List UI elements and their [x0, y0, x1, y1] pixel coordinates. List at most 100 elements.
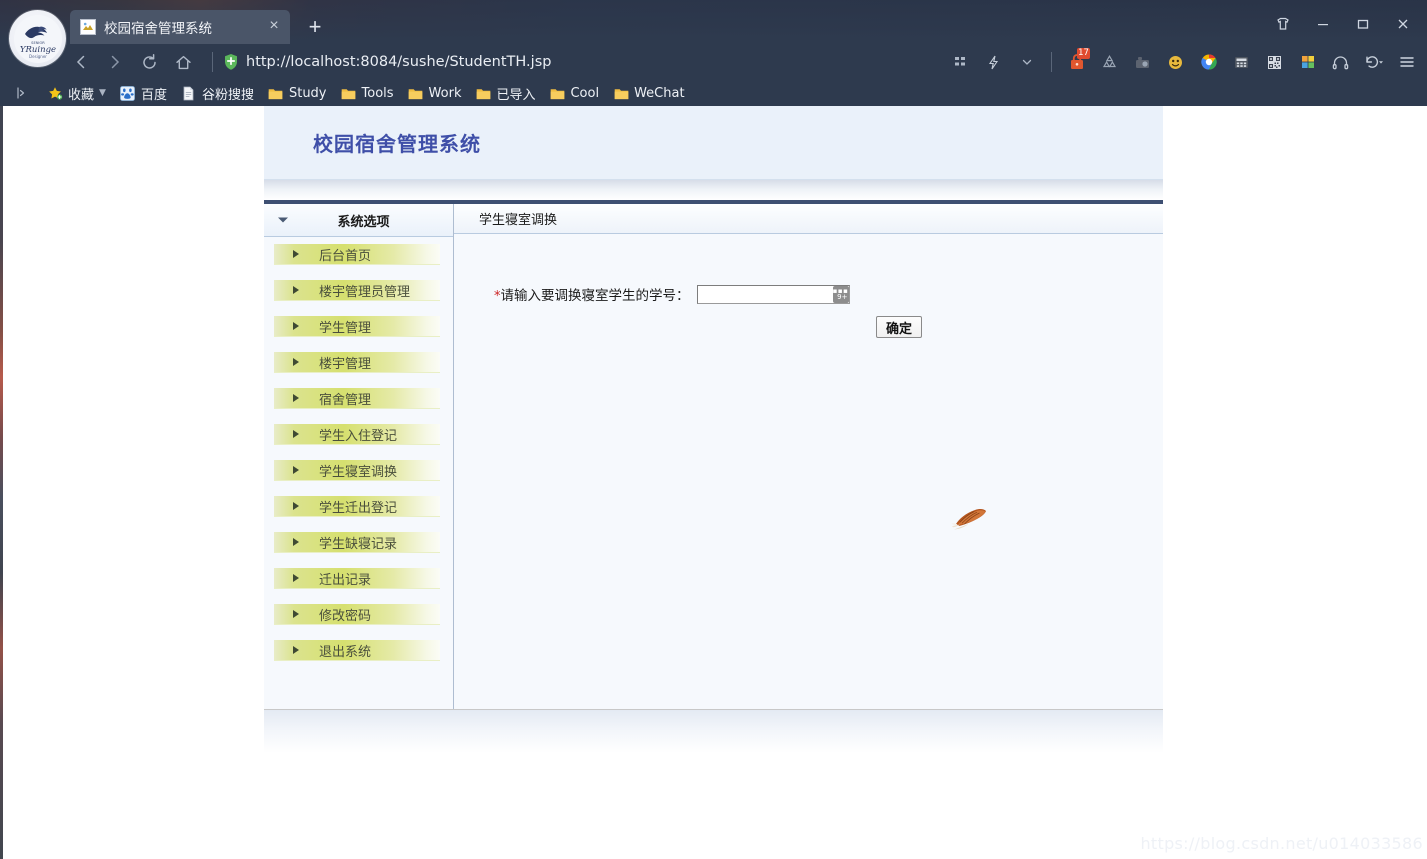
sidebar-item-checkin[interactable]: 学生入住登记 — [274, 424, 440, 445]
sidebar-item-absence-record[interactable]: 学生缺寝记录 — [274, 532, 440, 553]
browser-window: SENIOR YRuinge Designer 校园宿舍管理系统 × + htt… — [0, 0, 1427, 859]
bookmark-cool[interactable]: Cool — [542, 82, 606, 104]
menu-icon[interactable] — [1390, 47, 1423, 77]
recycle-icon[interactable] — [1093, 47, 1126, 77]
shield-icon — [223, 53, 239, 71]
calculator-icon[interactable] — [1225, 47, 1258, 77]
folder-icon — [408, 85, 424, 101]
chevron-down-icon[interactable] — [278, 217, 288, 223]
camera-icon[interactable] — [1126, 47, 1159, 77]
page-viewport: 校园宿舍管理系统 系统选项 后台首页 楼宇管理员管理 学生管理 楼宇管理 宿舍管… — [0, 106, 1427, 859]
window-controls — [1263, 10, 1423, 38]
bookmark-label: Study — [288, 85, 327, 101]
sidebar-item-label: 学生管理 — [319, 320, 372, 336]
triangle-right-icon — [293, 250, 305, 258]
sidebar-item-label: 楼宇管理 — [319, 356, 372, 372]
watermark: https://blog.csdn.net/u014033586 — [1140, 834, 1423, 853]
toolbar-icon-group: 17 — [944, 47, 1427, 77]
student-id-input-wrap: ▪▪▪ 9+ — [696, 284, 850, 304]
toolbar-divider-2 — [1051, 52, 1052, 72]
back-icon[interactable] — [64, 47, 98, 77]
sidebar-item-dorm-manage[interactable]: 宿舍管理 — [274, 388, 440, 409]
bookmark-label: Cool — [570, 85, 600, 101]
lightning-icon[interactable] — [977, 47, 1010, 77]
lock-icon[interactable]: 17 — [1060, 47, 1093, 77]
sidebar: 系统选项 后台首页 楼宇管理员管理 学生管理 楼宇管理 宿舍管理 学生入住登记 … — [264, 204, 454, 709]
qrcode-icon[interactable] — [1258, 47, 1291, 77]
close-window-icon[interactable] — [1383, 10, 1423, 38]
navigation-toolbar: http://localhost:8084/sushe/StudentTH.js… — [0, 44, 1427, 80]
monkey-icon[interactable] — [1159, 47, 1192, 77]
triangle-right-icon — [293, 322, 305, 330]
sidebar-item-building-admin[interactable]: 楼宇管理员管理 — [274, 280, 440, 301]
bookmark-label: WeChat — [634, 85, 685, 101]
site-footer — [264, 709, 1163, 753]
student-id-form-row: *请输入要调换寝室学生的学号： ▪▪▪ 9+ — [454, 234, 1163, 304]
student-id-input[interactable] — [696, 284, 850, 304]
bookmark-wechat[interactable]: WeChat — [606, 82, 691, 104]
sidebar-item-home[interactable]: 后台首页 — [274, 244, 440, 265]
skin-tshirt-icon[interactable] — [1263, 10, 1303, 38]
student-id-label-text: 请输入要调换寝室学生的学号： — [500, 288, 690, 304]
bookmark-label: 已导入 — [496, 87, 536, 103]
bookmark-work[interactable]: Work — [401, 82, 469, 104]
bookmark-baidu[interactable]: 百度 — [113, 82, 174, 104]
chevron-down-icon[interactable] — [1010, 47, 1043, 77]
baidu-icon — [120, 85, 136, 101]
sidebar-item-label: 学生缺寝记录 — [319, 536, 398, 552]
headphones-icon[interactable] — [1324, 47, 1357, 77]
sidebar-item-label: 修改密码 — [319, 608, 372, 624]
sidebar-item-label: 学生入住登记 — [319, 428, 398, 444]
bookmark-tools[interactable]: Tools — [334, 82, 401, 104]
sidebar-header[interactable]: 系统选项 — [264, 204, 453, 237]
forward-icon[interactable] — [98, 47, 132, 77]
bookmark-gufen[interactable]: 谷粉搜搜 — [174, 82, 261, 104]
sidebar-item-student-manage[interactable]: 学生管理 — [274, 316, 440, 337]
sidebar-item-label: 退出系统 — [319, 644, 372, 660]
bookmarks-bar: 收藏 ▼ 百度 谷粉搜搜 Study Tools Work 已导入 Cool W… — [0, 80, 1427, 106]
content-panel: 学生寝室调换 *请输入要调换寝室学生的学号： ▪▪▪ 9+ 确定 — [454, 204, 1163, 709]
sidebar-item-moveout-record[interactable]: 迁出记录 — [274, 568, 440, 589]
bookmark-label: 百度 — [140, 87, 167, 103]
sidebar-item-change-password[interactable]: 修改密码 — [274, 604, 440, 625]
chrome-circle-icon[interactable] — [1192, 47, 1225, 77]
triangle-right-icon — [293, 430, 305, 438]
browser-tab[interactable]: 校园宿舍管理系统 × — [70, 10, 290, 44]
reload-icon[interactable] — [132, 47, 166, 77]
home-icon[interactable] — [166, 47, 200, 77]
bookmark-study[interactable]: Study — [261, 82, 334, 104]
bookmark-favorites[interactable]: 收藏 ▼ — [40, 82, 113, 104]
bookmark-imported[interactable]: 已导入 — [468, 82, 542, 104]
site-header: 校园宿舍管理系统 — [264, 106, 1163, 180]
chevron-down-icon[interactable]: ▼ — [99, 88, 106, 98]
sidebar-item-moveout-register[interactable]: 学生迁出登记 — [274, 496, 440, 517]
sidebar-item-room-swap[interactable]: 学生寝室调换 — [274, 460, 440, 481]
star-icon — [47, 85, 63, 101]
student-id-label: *请输入要调换寝室学生的学号： — [494, 284, 690, 304]
close-tab-icon[interactable]: × — [264, 17, 284, 37]
new-tab-button[interactable]: + — [302, 15, 328, 41]
minimize-icon[interactable] — [1303, 10, 1343, 38]
confirm-button[interactable]: 确定 — [876, 316, 923, 338]
bookmark-label: 收藏 — [68, 87, 95, 103]
bookmark-label: Tools — [361, 85, 394, 101]
bookmarks-toggle-icon[interactable] — [12, 83, 34, 103]
apps-grid-icon[interactable] — [944, 47, 977, 77]
bookmark-label: Work — [428, 85, 462, 101]
page-body: 系统选项 后台首页 楼宇管理员管理 学生管理 楼宇管理 宿舍管理 学生入住登记 … — [264, 204, 1163, 709]
triangle-right-icon — [293, 286, 305, 294]
maximize-icon[interactable] — [1343, 10, 1383, 38]
sidebar-item-label: 后台首页 — [319, 248, 372, 264]
triangle-right-icon — [293, 646, 305, 654]
triangle-right-icon — [293, 610, 305, 618]
windows-tiles-icon[interactable] — [1291, 47, 1324, 77]
url-text[interactable]: http://localhost:8084/sushe/StudentTH.js… — [246, 54, 551, 70]
url-bar[interactable]: http://localhost:8084/sushe/StudentTH.js… — [223, 47, 944, 77]
sidebar-item-logout[interactable]: 退出系统 — [274, 640, 440, 661]
triangle-right-icon — [293, 358, 305, 366]
sidebar-item-building-manage[interactable]: 楼宇管理 — [274, 352, 440, 373]
folder-icon — [341, 85, 357, 101]
lock-badge-count: 17 — [1077, 48, 1090, 59]
top-nav-bar — [264, 180, 1163, 204]
undo-icon[interactable] — [1357, 47, 1390, 77]
